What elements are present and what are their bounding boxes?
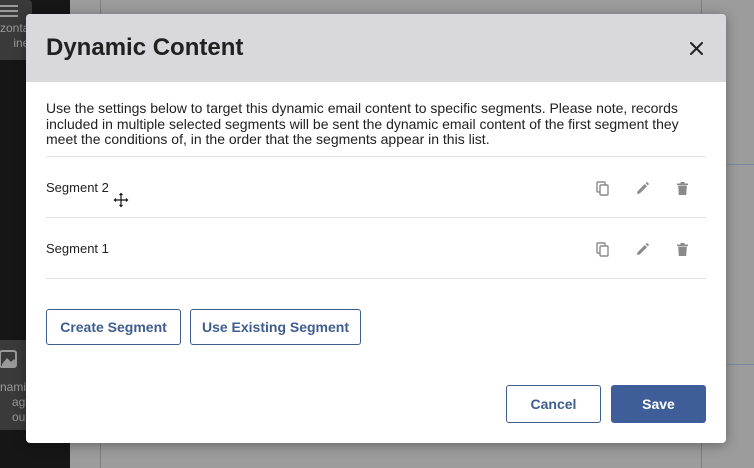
segment-name: Segment 1 [46, 241, 109, 256]
dynamic-content-modal: Dynamic Content Use the settings below t… [26, 14, 726, 443]
segment-actions [592, 239, 692, 259]
copy-segment-button[interactable] [592, 239, 612, 259]
sidebar-tile-label: zonta ine [0, 21, 30, 50]
segment-actions [592, 178, 692, 198]
segment-list: Segment 2 Segment 1 [46, 156, 706, 279]
delete-icon [676, 181, 688, 195]
dynamic-image-icon [0, 350, 17, 368]
modal-header: Dynamic Content [26, 14, 726, 82]
copy-icon [595, 241, 609, 257]
edit-segment-button[interactable] [632, 178, 652, 198]
edit-icon [636, 181, 649, 194]
delete-icon [676, 242, 688, 256]
delete-segment-button[interactable] [672, 178, 692, 198]
close-icon [689, 41, 703, 55]
delete-segment-button[interactable] [672, 239, 692, 259]
modal-description: Use the settings below to target this dy… [46, 100, 679, 148]
modal-title: Dynamic Content [46, 34, 244, 61]
create-segment-button[interactable]: Create Segment [46, 309, 181, 345]
edit-icon [636, 242, 649, 255]
segment-row[interactable]: Segment 2 [46, 157, 706, 218]
cancel-button[interactable]: Cancel [506, 385, 601, 423]
edit-segment-button[interactable] [632, 239, 652, 259]
segment-row[interactable]: Segment 1 [46, 218, 706, 279]
horizontal-line-icon [0, 5, 18, 17]
segment-name: Segment 2 [46, 180, 109, 195]
save-button[interactable]: Save [611, 385, 706, 423]
close-button[interactable] [684, 36, 708, 60]
move-cursor-icon [113, 192, 129, 208]
copy-segment-button[interactable] [592, 178, 612, 198]
use-existing-segment-button[interactable]: Use Existing Segment [190, 309, 361, 345]
copy-icon [595, 180, 609, 196]
